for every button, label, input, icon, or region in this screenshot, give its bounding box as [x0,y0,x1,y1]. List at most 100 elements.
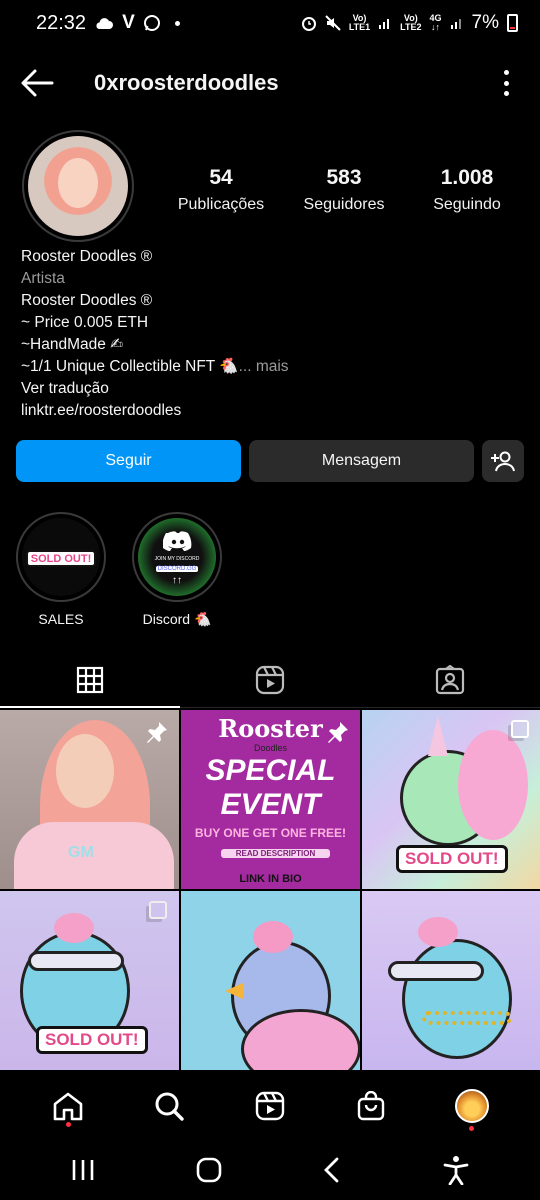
post-thumbnail[interactable] [362,891,540,1070]
bio-more-link[interactable]: ... mais [239,358,289,375]
highlight-discord-cover: JOIN MY DISCORD DISCORD.GG ↑↑ [138,518,216,596]
post-thumbnail[interactable]: Rooster Doodles SPECIAL EVENT BUY ONE GE… [181,710,360,889]
nav-reels[interactable] [243,1079,297,1133]
cloud-icon [96,18,114,29]
system-navigation [0,1140,540,1200]
bio-line-4: ~1/1 Unique Collectible NFT 🐔 [21,358,239,375]
sold-out-badge: SOLD OUT! [36,1026,148,1054]
v-app-icon: V [122,12,135,33]
tagged-user-icon [435,664,465,694]
rooster-comb [54,913,94,943]
pin-icon [147,722,167,743]
search-icon [155,1092,184,1121]
nav-profile[interactable] [445,1079,499,1133]
translate-link[interactable]: Ver tradução [21,378,521,400]
battery-percent: 7% [471,12,499,33]
highlight-sales-label: SALES [38,611,84,627]
post-thumbnail[interactable]: GM [0,710,179,889]
clock: 22:32 [36,11,87,34]
post-thumbnail[interactable] [181,891,360,1070]
back-arrow-icon[interactable] [20,68,54,98]
highlight-discord-ring: JOIN MY DISCORD DISCORD.GG ↑↑ [132,512,222,602]
tab-tagged[interactable] [360,652,540,707]
notification-dot [174,20,180,26]
bio-category: Artista [21,270,65,287]
sunglasses [388,961,484,981]
event-title-2: EVENT [220,788,321,821]
discord-url-text: DISCORD.GG [156,566,198,572]
stat-posts[interactable]: 54 Publicações [166,166,276,214]
pin-icon [328,722,348,743]
tab-reels[interactable] [180,652,360,707]
post-grid: GM Rooster Doodles SPECIAL EVENT BUY ONE… [0,710,540,1070]
highlight-sales-ring: SOLD OUT! [16,512,106,602]
alarm-icon [301,17,316,31]
stat-following[interactable]: 1.008 Seguindo [412,166,522,214]
avatar-image [28,136,128,236]
add-person-icon [491,451,515,472]
rooster-body [402,939,512,1059]
recent-apps-icon[interactable] [70,1158,96,1182]
event-read-description: READ DESCRIPTION [221,849,330,858]
mute-icon [325,15,341,31]
back-button-icon[interactable] [322,1157,342,1183]
profile-notification-dot [469,1126,475,1131]
bottom-navigation [0,1072,540,1140]
whatsapp-icon [143,15,160,31]
arrows-icon: ↑↑ [172,575,182,586]
tab-posts[interactable] [0,652,180,708]
event-link-in-bio: LINK IN BIO [239,873,302,885]
home-notification-dot [65,1122,71,1127]
profile-bio: Rooster Doodles ® Artista Rooster Doodle… [21,246,521,422]
home-icon [54,1092,83,1121]
rooster-comb [418,917,458,947]
signal-icon-2 [450,19,461,29]
shirt-shape [14,822,174,889]
highlight-sales[interactable]: SOLD OUT! SALES [16,512,106,627]
gold-chain [422,1011,512,1025]
highlight-discord[interactable]: JOIN MY DISCORD DISCORD.GG ↑↑ Discord 🐔 [132,512,222,628]
nav-home[interactable] [41,1079,95,1133]
rooster-beak [225,983,243,999]
sunglasses [28,951,124,971]
nav-shop[interactable] [344,1079,398,1133]
reels-icon [255,1091,285,1121]
bio-line-4-row: ~1/1 Unique Collectible NFT 🐔... mais [21,356,521,378]
suggest-users-button[interactable] [482,440,524,482]
discord-logo-icon [163,531,192,551]
stat-followers[interactable]: 583 Seguidores [289,166,399,214]
sold-out-tag: SOLD OUT! [26,550,96,567]
profile-actions: Seguir Mensagem [16,440,524,482]
carousel-icon [149,901,167,919]
sold-out-badge: SOLD OUT! [396,845,508,873]
bio-line-2: ~ Price 0.005 ETH [21,314,149,331]
discord-join-text: JOIN MY DISCORD [154,556,200,562]
post-thumbnail[interactable]: SOLD OUT! [0,891,179,1070]
face-shape [56,734,114,808]
nav-search[interactable] [142,1079,196,1133]
stat-posts-label: Publicações [177,196,265,213]
accessibility-icon[interactable] [442,1155,470,1185]
profile-stats: 54 Publicações 583 Seguidores 1.008 Segu… [166,166,522,214]
event-title-1: SPECIAL [205,754,336,787]
rooster-comb [253,921,293,953]
post-thumbnail[interactable]: SOLD OUT! [362,710,540,889]
message-button[interactable]: Mensagem [249,440,474,482]
profile-header: 0xroosterdoodles [0,56,540,112]
shirt-text: GM [68,844,94,861]
more-options-icon[interactable] [502,70,510,96]
stat-posts-value: 54 [209,166,233,189]
stat-following-label: Seguindo [433,196,501,213]
bio-link[interactable]: linktr.ee/roosterdoodles [21,400,521,422]
sim2-indicator: Vo) LTE2 [400,13,422,32]
bio-line-1: Rooster Doodles ® [21,292,153,309]
grid-icon [76,666,104,693]
reels-icon [255,665,285,694]
follow-button[interactable]: Seguir [16,440,241,482]
home-button-icon[interactable] [196,1157,222,1183]
shop-bag-icon [357,1091,384,1121]
stat-followers-label: Seguidores [303,196,385,213]
network-type: 4G ↓↑ [429,13,442,32]
status-bar: 22:32 V Vo) LTE1 Vo) LTE2 4G ↓↑ 7% [0,0,540,46]
profile-avatar[interactable] [22,130,134,242]
